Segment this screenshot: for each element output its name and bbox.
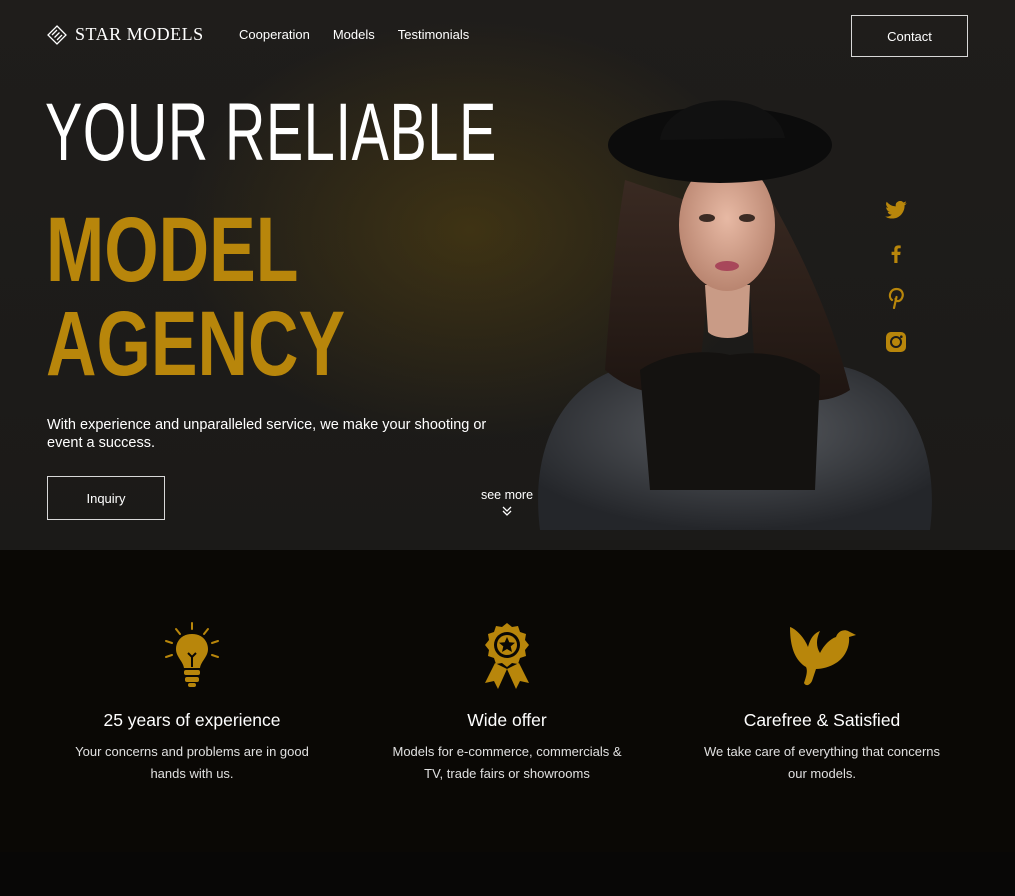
pinterest-icon[interactable]: [884, 287, 908, 309]
main-nav: Cooperation Models Testimonials: [239, 27, 469, 42]
facebook-icon[interactable]: [884, 243, 908, 265]
brand-name: STAR MODELS: [75, 24, 204, 44]
feature-text: We take care of everything that concerns…: [703, 744, 941, 781]
social-links: [884, 199, 908, 353]
award-badge-icon: [362, 620, 652, 690]
feature-text: Models for e-commerce, commercials & TV,…: [392, 744, 622, 781]
logo[interactable]: STAR MODELS: [47, 24, 204, 45]
contact-button[interactable]: Contact: [851, 15, 968, 57]
nav-link-models[interactable]: Models: [333, 27, 375, 42]
headline-line-2: MODEL: [46, 199, 299, 301]
nav-link-testimonials[interactable]: Testimonials: [398, 27, 470, 42]
inquiry-button[interactable]: Inquiry: [47, 476, 165, 520]
feature-offer: Wide offer Models for e-commerce, commer…: [362, 620, 652, 785]
logo-icon: [47, 24, 67, 45]
headline-line-1: YOUR RELIABLE: [45, 87, 497, 178]
feature-experience: 25 years of experience Your concerns and…: [47, 620, 337, 785]
hero-section: STAR MODELS Cooperation Models Testimoni…: [0, 0, 1015, 550]
nav-link-cooperation[interactable]: Cooperation: [239, 27, 310, 42]
instagram-icon[interactable]: [884, 331, 908, 353]
feature-text: Your concerns and problems are in good h…: [75, 744, 309, 781]
lightbulb-icon: [47, 620, 337, 690]
headline-line-3: AGENCY: [46, 293, 346, 395]
double-chevron-down-icon: [502, 506, 512, 516]
feature-carefree: Carefree & Satisfied We take care of eve…: [677, 620, 967, 785]
dove-icon: [677, 620, 967, 690]
feature-title: Wide offer: [467, 710, 547, 730]
footer-strip: [0, 852, 1015, 896]
feature-title: Carefree & Satisfied: [743, 710, 901, 730]
twitter-icon[interactable]: [884, 199, 908, 221]
headline-accent: MODEL AGENCY: [46, 203, 345, 391]
hero-subtitle: With experience and unparalleled service…: [47, 417, 487, 451]
features-section: 25 years of experience Your concerns and…: [0, 550, 1015, 852]
feature-title: 25 years of experience: [103, 710, 281, 730]
